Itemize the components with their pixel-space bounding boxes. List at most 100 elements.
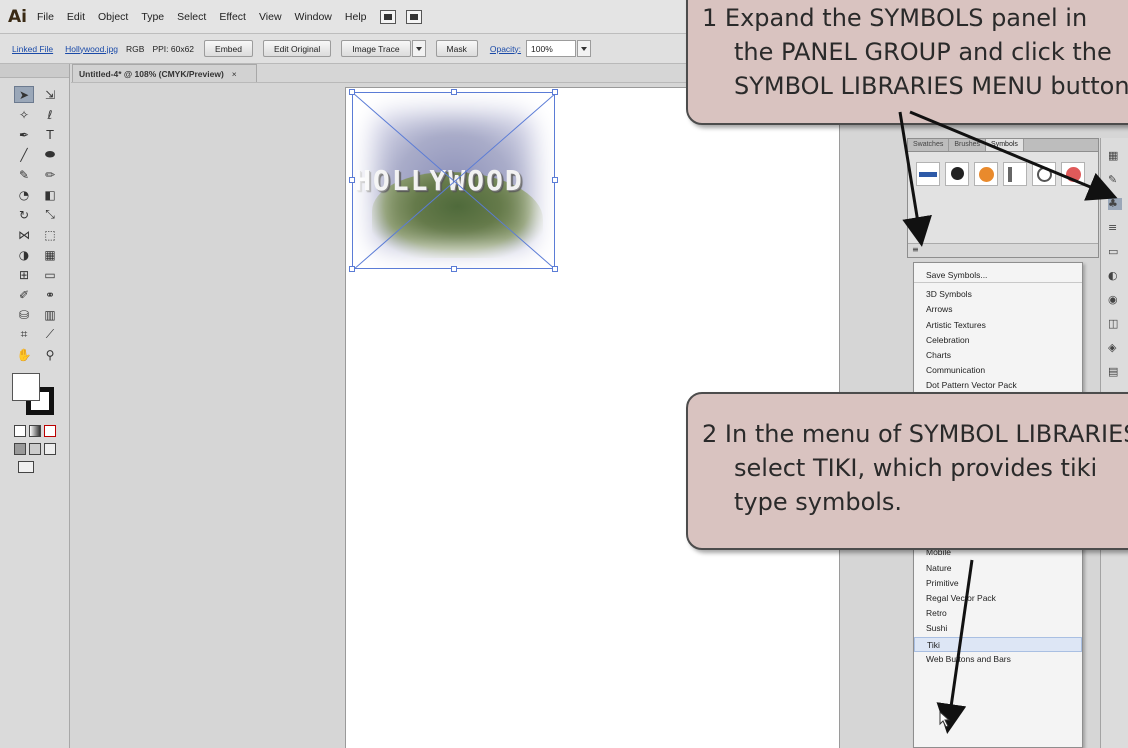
fill-swatch[interactable] — [12, 373, 40, 401]
column-graph-tool-icon[interactable]: ▥ — [40, 306, 60, 323]
library-menu-item[interactable]: Nature — [914, 561, 1082, 576]
free-transform-tool-icon[interactable]: ⬚ — [40, 226, 60, 243]
gradient-tool-icon[interactable]: ▭ — [40, 266, 60, 283]
mesh-tool-icon[interactable]: ⊞ — [14, 266, 34, 283]
type-tool-icon[interactable]: T — [40, 126, 60, 143]
symbol-thumb-5[interactable] — [1032, 162, 1056, 186]
handle-top-middle[interactable] — [451, 89, 457, 95]
dock-transparency-icon[interactable]: ◐ — [1108, 270, 1122, 282]
screen-mode-icon[interactable] — [18, 461, 34, 473]
direct-selection-tool-icon[interactable]: ⇲ — [40, 86, 60, 103]
arrange-documents-icon[interactable] — [405, 9, 422, 24]
mask-button[interactable]: Mask — [435, 40, 478, 57]
draw-inside-icon[interactable] — [44, 443, 56, 455]
library-menu-item[interactable]: Web Buttons and Bars — [914, 652, 1082, 667]
tab-swatches[interactable]: Swatches — [908, 139, 950, 151]
ellipse-tool-icon[interactable]: ⬬ — [40, 146, 60, 163]
hand-tool-icon[interactable]: ✋ — [14, 346, 34, 363]
menu-type[interactable]: Type — [141, 11, 164, 23]
embed-button[interactable]: Embed — [204, 40, 253, 57]
draw-behind-icon[interactable] — [29, 443, 41, 455]
symbol-thumb-6[interactable] — [1061, 162, 1085, 186]
menu-help[interactable]: Help — [345, 11, 367, 23]
library-menu-item[interactable]: Sushi — [914, 621, 1082, 636]
close-tab-icon[interactable]: × — [232, 69, 237, 79]
blob-brush-tool-icon[interactable]: ◔ — [14, 186, 34, 203]
handle-bottom-middle[interactable] — [451, 266, 457, 272]
symbol-sprayer-tool-icon[interactable]: ⛁ — [14, 306, 34, 323]
dock-swatches-icon[interactable]: ▦ — [1108, 150, 1122, 162]
filename-link[interactable]: Hollywood.jpg — [65, 44, 118, 54]
opacity-field[interactable]: 100% — [526, 40, 577, 57]
lasso-tool-icon[interactable]: ℓ — [40, 106, 60, 123]
library-menu-item[interactable]: Arrows — [914, 302, 1082, 317]
document-tab[interactable]: Untitled-4* @ 108% (CMYK/Preview) × — [72, 64, 257, 82]
symbol-thumb-1[interactable] — [916, 162, 940, 186]
library-menu-item[interactable]: Communication — [914, 363, 1082, 378]
symbol-libraries-menu-icon[interactable]: ≡ — [912, 245, 919, 254]
dock-stroke-icon[interactable]: ≡ — [1108, 222, 1122, 234]
symbol-thumb-2[interactable] — [945, 162, 969, 186]
menu-object[interactable]: Object — [98, 11, 128, 23]
artboard-tool-icon[interactable]: ⌗ — [14, 326, 34, 343]
menu-window[interactable]: Window — [295, 11, 332, 23]
tab-symbols[interactable]: Symbols — [986, 139, 1024, 151]
handle-middle-right[interactable] — [552, 177, 558, 183]
library-menu-item[interactable]: Artistic Textures — [914, 318, 1082, 333]
menu-select[interactable]: Select — [177, 11, 206, 23]
color-mode-icon[interactable] — [14, 425, 26, 437]
pencil-tool-icon[interactable]: ✏ — [40, 166, 60, 183]
opacity-label[interactable]: Opacity: — [490, 44, 521, 54]
menu-view[interactable]: View — [259, 11, 282, 23]
library-menu-item[interactable]: Retro — [914, 606, 1082, 621]
library-menu-item[interactable]: Tiki — [914, 636, 1082, 652]
gradient-mode-icon[interactable] — [29, 425, 41, 437]
draw-normal-icon[interactable] — [14, 443, 26, 455]
dock-brushes-icon[interactable]: ✎ — [1108, 174, 1122, 186]
rotate-tool-icon[interactable]: ↻ — [14, 206, 34, 223]
library-menu-item[interactable]: Primitive — [914, 576, 1082, 591]
selection-bounding-box[interactable] — [349, 89, 558, 272]
handle-top-right[interactable] — [552, 89, 558, 95]
paintbrush-tool-icon[interactable]: ✎ — [14, 166, 34, 183]
library-menu-item[interactable]: Celebration — [914, 333, 1082, 348]
bridge-icon[interactable] — [379, 9, 396, 24]
dock-appearance-icon[interactable]: ◉ — [1108, 294, 1122, 306]
tools-panel-grip[interactable] — [0, 64, 69, 78]
scale-tool-icon[interactable]: ⤡ — [40, 206, 60, 223]
symbol-thumb-3[interactable] — [974, 162, 998, 186]
none-mode-icon[interactable] — [44, 425, 56, 437]
line-tool-icon[interactable]: ╱ — [14, 146, 34, 163]
selection-tool-icon[interactable]: ➤ — [14, 86, 34, 103]
shape-builder-tool-icon[interactable]: ◑ — [14, 246, 34, 263]
width-tool-icon[interactable]: ⋈ — [14, 226, 34, 243]
slice-tool-icon[interactable]: ⟋ — [40, 326, 60, 343]
symbol-thumb-4[interactable] — [1003, 162, 1027, 186]
image-trace-button[interactable]: Image Trace — [341, 40, 411, 57]
blend-tool-icon[interactable]: ⚭ — [40, 286, 60, 303]
library-menu-item[interactable]: Charts — [914, 348, 1082, 363]
eraser-tool-icon[interactable]: ◧ — [40, 186, 60, 203]
zoom-tool-icon[interactable]: ⚲ — [40, 346, 60, 363]
dock-artboards-icon[interactable]: ▤ — [1108, 366, 1122, 378]
menu-edit[interactable]: Edit — [67, 11, 85, 23]
dock-symbols-icon[interactable]: ♣ — [1108, 198, 1122, 210]
dock-gradient-icon[interactable]: ▭ — [1108, 246, 1122, 258]
tab-brushes[interactable]: Brushes — [949, 139, 987, 151]
edit-original-button[interactable]: Edit Original — [262, 40, 332, 57]
handle-bottom-right[interactable] — [552, 266, 558, 272]
menu-file[interactable]: File — [37, 11, 54, 23]
handle-top-left[interactable] — [349, 89, 355, 95]
dock-layers-icon[interactable]: ◈ — [1108, 342, 1122, 354]
opacity-dropdown[interactable] — [577, 40, 592, 57]
dock-graphic-styles-icon[interactable]: ◫ — [1108, 318, 1122, 330]
linked-file-link[interactable]: Linked File — [12, 44, 53, 54]
pen-tool-icon[interactable]: ✒ — [14, 126, 34, 143]
magic-wand-tool-icon[interactable]: ✧ — [14, 106, 34, 123]
library-menu-item[interactable]: Save Symbols... — [914, 268, 1082, 284]
library-menu-item[interactable]: Regal Vector Pack — [914, 591, 1082, 606]
handle-middle-left[interactable] — [349, 177, 355, 183]
library-menu-item[interactable]: 3D Symbols — [914, 287, 1082, 302]
menu-effect[interactable]: Effect — [219, 11, 246, 23]
handle-bottom-left[interactable] — [349, 266, 355, 272]
